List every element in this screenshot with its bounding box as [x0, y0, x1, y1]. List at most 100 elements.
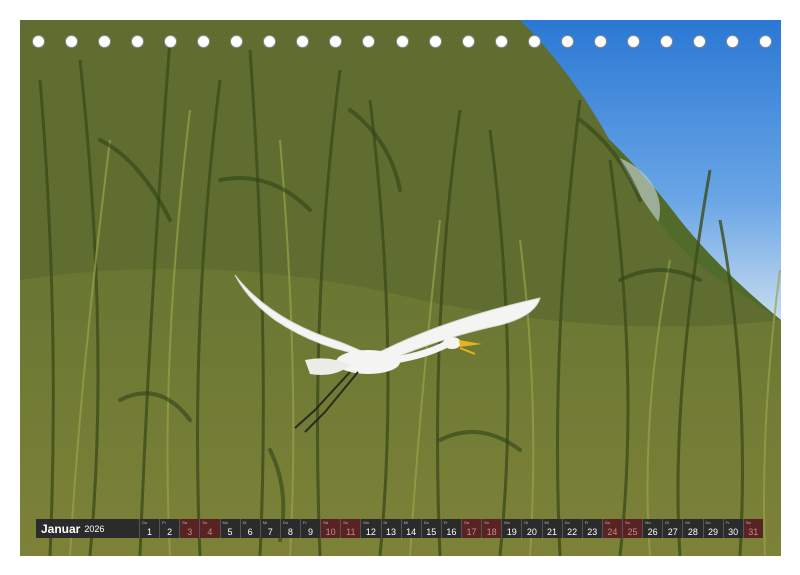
day-number: 24	[607, 527, 618, 537]
photo-artwork	[20, 20, 781, 556]
weekday-label: Fr	[162, 520, 166, 525]
day-number: 4	[207, 527, 213, 537]
day-cell: Di 20	[521, 519, 541, 538]
day-cell: Mi 14	[400, 519, 421, 538]
binding-hole	[593, 35, 607, 48]
binding-hole	[131, 35, 145, 48]
weekday-label: Do	[282, 520, 288, 525]
weekday-label: So	[484, 520, 490, 525]
day-number: 11	[346, 527, 356, 537]
binding-hole	[362, 35, 376, 48]
binding-hole	[296, 35, 310, 48]
day-number: 9	[308, 527, 314, 537]
binding-hole	[263, 35, 277, 48]
day-number: 21	[547, 527, 558, 537]
day-number: 13	[386, 527, 397, 537]
binding-hole	[527, 35, 541, 48]
binding-hole	[659, 35, 673, 48]
binding-hole	[329, 35, 343, 48]
day-number: 10	[325, 527, 336, 537]
weekday-label: Mo	[645, 520, 651, 525]
day-number: 1	[147, 527, 153, 537]
weekday-label: Mo	[363, 520, 369, 525]
day-cell: Fr 16	[440, 519, 461, 538]
day-cell: Mi 7	[259, 519, 280, 538]
weekday-label: So	[343, 520, 349, 525]
year: 2026	[84, 523, 105, 534]
day-number: 2	[167, 527, 173, 537]
day-number: 5	[227, 527, 233, 537]
day-cell: Mi 28	[682, 519, 702, 538]
weekday-label: Fr	[303, 520, 307, 525]
binding-hole	[461, 35, 475, 48]
weekday-label: Mi	[262, 520, 267, 525]
day-number: 20	[526, 527, 537, 537]
day-cell: So 4	[199, 519, 220, 538]
day-number: 18	[486, 527, 497, 537]
weekday-label: Di	[242, 520, 247, 525]
day-cell: Sa 24	[601, 519, 622, 538]
day-cell: Fr 23	[581, 519, 602, 538]
day-cell: So 25	[622, 519, 643, 538]
weekday-label: So	[625, 520, 630, 525]
binding-hole	[197, 35, 211, 48]
weekday-label: Sa	[464, 520, 469, 525]
day-cell: Di 13	[380, 519, 401, 538]
day-cell: Sa 31	[742, 519, 763, 538]
day-number: 22	[567, 527, 578, 537]
weekday-label: Sa	[182, 520, 188, 525]
day-cell: Do 8	[279, 519, 300, 538]
binding-hole	[428, 35, 442, 48]
month-label: Januar 2026	[36, 519, 139, 538]
binding-hole	[164, 35, 178, 48]
binding-hole	[560, 35, 574, 48]
binding-hole	[32, 35, 45, 48]
day-number: 29	[708, 527, 719, 537]
binding-hole	[759, 35, 772, 48]
weekday-label: Do	[705, 520, 711, 525]
day-cell: Mo 5	[219, 519, 240, 538]
calendar-page: Januar 2026 Do 1 Fr 2 Sa 3 So 4 Mo 5 Di 6 Mi 7 Do 8 Fr 9 S…	[0, 0, 800, 575]
day-number: 6	[247, 527, 253, 537]
day-cell: Mo 19	[501, 519, 521, 538]
binding-hole	[98, 35, 112, 48]
weekday-label: Sa	[745, 520, 751, 525]
binding-holes	[32, 35, 772, 51]
day-number: 25	[627, 527, 638, 537]
weekday-label: Sa	[604, 520, 610, 525]
binding-hole	[626, 35, 640, 48]
weekday-label: Mi	[685, 520, 690, 525]
day-number: 17	[466, 527, 477, 537]
photo-egret-reeds	[20, 20, 781, 556]
day-cell: Mo 26	[642, 519, 662, 538]
day-cell: Fr 30	[722, 519, 743, 538]
weekday-label: Do	[564, 520, 570, 525]
weekday-label: Mi	[544, 520, 549, 525]
weekday-label: Mi	[403, 520, 408, 525]
binding-hole	[65, 35, 79, 48]
month-name: Januar	[41, 521, 81, 536]
day-cell: Do 15	[420, 519, 441, 538]
weekday-label: Fr	[443, 520, 448, 525]
day-cells: Do 1 Fr 2 Sa 3 So 4 Mo 5 Di 6 Mi 7 Do 8 Fr 9 Sa 10 So 11 Mo 12 D…	[139, 519, 763, 538]
calendar-strip: Januar 2026 Do 1 Fr 2 Sa 3 So 4 Mo 5 Di 6 Mi 7 Do 8 Fr 9 S…	[36, 519, 763, 538]
day-number: 28	[687, 527, 698, 537]
day-number: 12	[365, 527, 376, 537]
day-number: 15	[426, 527, 437, 537]
day-cell: Mi 21	[541, 519, 562, 538]
weekday-label: Di	[383, 520, 388, 525]
day-number: 26	[647, 527, 658, 537]
binding-hole	[494, 35, 508, 48]
day-cell: Sa 10	[320, 519, 341, 538]
day-cell: Di 27	[662, 519, 682, 538]
day-number: 30	[728, 527, 739, 537]
day-number: 19	[506, 527, 517, 537]
day-number: 14	[406, 527, 417, 537]
weekday-label: Mo	[222, 520, 229, 525]
day-cell: Sa 17	[461, 519, 482, 538]
weekday-label: Fr	[725, 520, 730, 525]
day-number: 31	[748, 527, 759, 537]
weekday-label: Fr	[584, 520, 589, 525]
weekday-label: Di	[524, 520, 529, 525]
weekday-label: Mo	[504, 520, 510, 525]
